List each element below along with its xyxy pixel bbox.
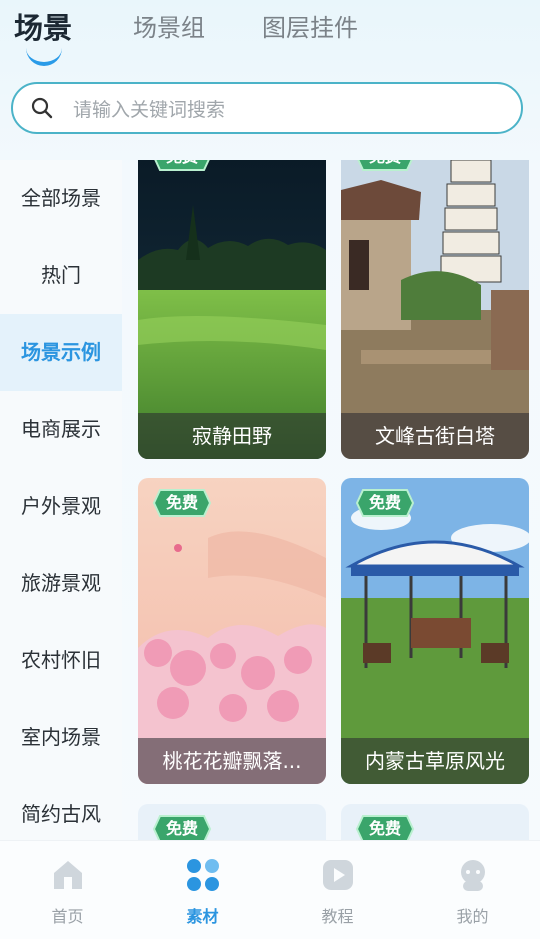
sidebar-item-hot[interactable]: 热门 [0, 237, 122, 314]
search-input[interactable] [71, 94, 495, 126]
nav-profile[interactable]: 我的 [405, 841, 540, 939]
scene-title: 寂静田野 [138, 413, 326, 459]
scene-card[interactable]: 免费 [341, 804, 529, 840]
nav-tutorial[interactable]: 教程 [270, 841, 405, 939]
scene-card[interactable]: 免费 [138, 804, 326, 840]
play-icon [323, 860, 353, 890]
bottom-nav: 首页 素材 教程 我的 [0, 840, 540, 939]
scene-card[interactable]: 免费 内蒙古草原风光 [341, 478, 529, 784]
nav-label: 教程 [321, 907, 354, 926]
nav-label: 我的 [456, 907, 489, 926]
free-badge: 免费 [152, 814, 212, 840]
scene-card[interactable]: 免费 文峰古街白塔 [341, 160, 529, 459]
nav-label: 首页 [51, 907, 84, 926]
sidebar-item-ecommerce[interactable]: 电商展示 [0, 391, 122, 468]
scene-card[interactable]: 免费 寂静田野 [138, 160, 326, 459]
category-sidebar: 全部场景 热门 场景示例 电商展示 户外景观 旅游景观 农村怀旧 室内场景 简约… [0, 160, 122, 840]
sidebar-item-travel[interactable]: 旅游景观 [0, 545, 122, 622]
scene-title: 文峰古街白塔 [341, 413, 529, 459]
active-tab-indicator [26, 44, 62, 66]
tab-layer-widget[interactable]: 图层挂件 [262, 8, 358, 43]
grid-icon [187, 859, 219, 891]
search-bar[interactable] [11, 82, 523, 134]
nav-home[interactable]: 首页 [0, 841, 135, 939]
scene-grid: 免费 寂静田野 免费 文峰古街白塔 [122, 160, 540, 840]
free-badge: 免费 [355, 814, 415, 840]
sidebar-item-scene-examples[interactable]: 场景示例 [0, 314, 122, 391]
sidebar-item-all-scenes[interactable]: 全部场景 [0, 160, 122, 237]
free-badge: 免费 [152, 160, 212, 172]
nav-label: 素材 [186, 907, 219, 926]
search-icon [31, 97, 53, 119]
tab-scene[interactable]: 场景 [14, 5, 72, 47]
free-badge: 免费 [152, 488, 212, 518]
scene-card[interactable]: 免费 桃花花瓣飘落... [138, 478, 326, 784]
sidebar-item-rural[interactable]: 农村怀旧 [0, 622, 122, 699]
sidebar-item-ancient[interactable]: 简约古风 [0, 776, 122, 840]
sidebar-item-outdoor[interactable]: 户外景观 [0, 468, 122, 545]
scene-title: 桃花花瓣飘落... [138, 738, 326, 784]
scene-title: 内蒙古草原风光 [341, 738, 529, 784]
nav-materials[interactable]: 素材 [135, 841, 270, 939]
free-badge: 免费 [355, 488, 415, 518]
home-icon [54, 861, 82, 889]
tab-scene-group[interactable]: 场景组 [133, 8, 205, 43]
sidebar-item-indoor[interactable]: 室内场景 [0, 699, 122, 776]
top-tab-bar: 场景 场景组 图层挂件 [0, 0, 540, 70]
free-badge: 免费 [355, 160, 415, 172]
profile-icon [461, 860, 485, 891]
